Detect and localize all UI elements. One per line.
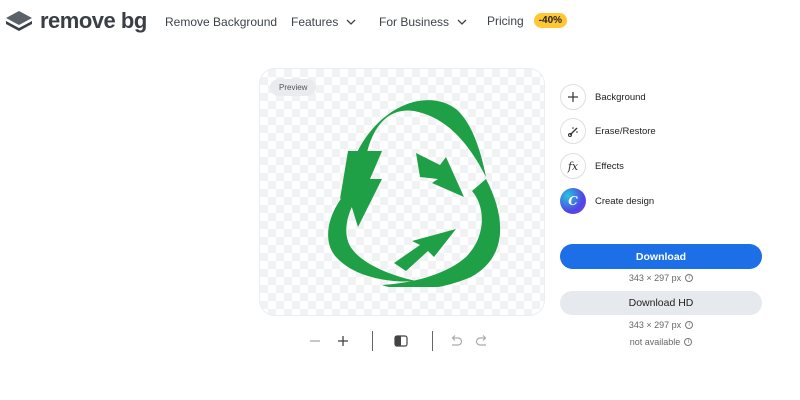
nav-for-business[interactable]: For Business: [379, 15, 467, 29]
tool-erase-restore[interactable]: Erase/Restore: [560, 118, 656, 144]
tool-create-design[interactable]: C Create design: [560, 188, 654, 214]
canva-icon: C: [560, 188, 586, 214]
erase-brush-icon: [560, 118, 586, 144]
brand-name: remove bg: [40, 8, 147, 33]
undo-icon: [451, 335, 463, 346]
redo-button[interactable]: [473, 332, 491, 350]
toolbar-divider: [372, 331, 373, 351]
top-header: remove bg Remove Background Features For…: [0, 0, 800, 44]
chevron-down-icon: [457, 19, 467, 25]
image-preview-card[interactable]: Preview: [259, 68, 545, 316]
recycle-symbol-image: [328, 100, 501, 287]
download-hd-size: 343 × 297 px i: [560, 320, 762, 330]
zoom-in-icon: [338, 336, 348, 346]
info-icon[interactable]: i: [684, 338, 693, 346]
compare-button[interactable]: [392, 332, 410, 350]
fx-icon: fx: [560, 153, 586, 179]
preview-toolbar: [300, 330, 500, 352]
plus-icon: [560, 84, 586, 110]
redo-icon: [475, 335, 487, 346]
download-size: 343 × 297 px i: [560, 273, 762, 283]
download-hd-status: not available i: [560, 337, 762, 347]
undo-button[interactable]: [447, 332, 465, 350]
zoom-out-button[interactable]: [306, 332, 324, 350]
download-hd-button[interactable]: Download HD: [560, 291, 762, 315]
logo-layers-icon: [6, 11, 32, 31]
zoom-in-button[interactable]: [334, 332, 352, 350]
chevron-down-icon: [346, 19, 356, 25]
tool-background[interactable]: Background: [560, 84, 646, 110]
tool-effects[interactable]: fx Effects: [560, 153, 624, 179]
discount-badge: -40%: [533, 13, 568, 28]
nav-features[interactable]: Features: [291, 15, 356, 29]
info-icon[interactable]: i: [685, 321, 694, 329]
download-button[interactable]: Download: [560, 244, 762, 269]
zoom-out-icon: [310, 340, 320, 342]
compare-icon: [394, 335, 408, 347]
info-icon[interactable]: i: [685, 274, 694, 282]
nav-remove-background[interactable]: Remove Background: [165, 15, 277, 29]
nav-pricing[interactable]: Pricing -40%: [487, 13, 568, 28]
toolbar-divider: [432, 331, 433, 351]
brand-logo[interactable]: remove bg: [4, 8, 147, 34]
